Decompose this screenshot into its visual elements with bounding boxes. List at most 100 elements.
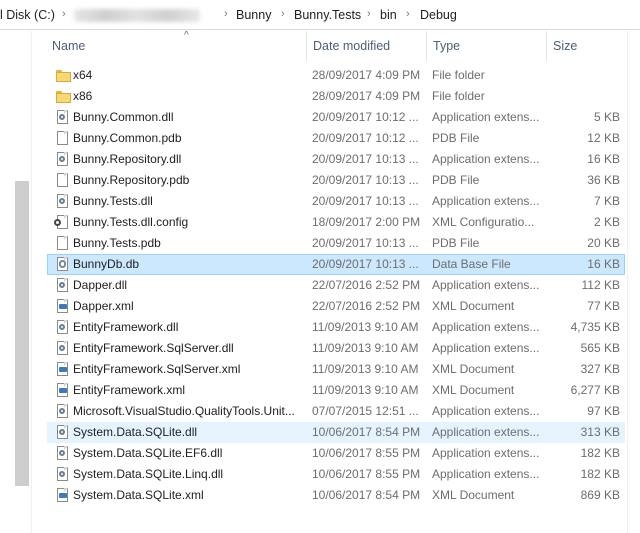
file-row[interactable]: x86 28/09/2017 4:09 PM File folder: [47, 86, 625, 107]
database-icon: [56, 257, 70, 272]
xml-icon: [56, 488, 70, 503]
file-size: 313 KB: [580, 425, 620, 439]
file-row[interactable]: BunnyDb.db 20/09/2017 10:13 ... Data Base …: [47, 254, 625, 275]
file-row[interactable]: EntityFramework.SqlServer.xml 11/09/2013 …: [47, 359, 625, 380]
file-type: XML Document: [432, 488, 515, 502]
file-date-modified: 10/06/2017 8:54 PM: [312, 425, 421, 439]
file-name: Bunny.Tests.pdb: [73, 236, 161, 250]
breadcrumb-item-debug[interactable]: Debug: [420, 8, 457, 22]
file-date-modified: 22/07/2016 2:52 PM: [312, 278, 421, 292]
folder-icon: [56, 91, 71, 103]
file-date-modified: 11/09/2013 9:10 AM: [312, 320, 419, 334]
file-date-modified: 20/09/2017 10:13 ...: [312, 173, 419, 187]
file-type: Data Base File: [432, 257, 511, 271]
file-row[interactable]: EntityFramework.SqlServer.dll 11/09/2013 …: [47, 338, 625, 359]
breadcrumb-separator-icon: ›: [281, 8, 285, 20]
file-date-modified: 28/09/2017 4:09 PM: [312, 89, 421, 103]
column-size-label: Size: [553, 39, 578, 53]
folder-icon: [56, 70, 71, 82]
breadcrumb-separator-icon: ›: [367, 8, 371, 20]
file-size: 327 KB: [580, 362, 620, 376]
file-row[interactable]: EntityFramework.xml 11/09/2013 9:10 AM XML…: [47, 380, 625, 401]
column-name-label: Name: [52, 39, 86, 53]
dll-icon: [56, 425, 70, 440]
file-date-modified: 20/09/2017 10:13 ...: [312, 236, 419, 250]
dll-icon: [56, 341, 70, 356]
file-row[interactable]: Dapper.xml 22/07/2016 2:52 PM XML Document…: [47, 296, 625, 317]
file-row[interactable]: System.Data.SQLite.EF6.dll 10/06/2017 8:5…: [47, 443, 625, 464]
file-size: 182 KB: [580, 446, 620, 460]
file-size: 7 KB: [593, 194, 620, 208]
file-row[interactable]: System.Data.SQLite.xml 10/06/2017 8:54 PM…: [47, 485, 625, 506]
file-name: System.Data.SQLite.Linq.dll: [73, 467, 224, 481]
file-size: 565 KB: [580, 341, 620, 355]
file-row[interactable]: Bunny.Repository.dll 20/09/2017 10:13 ...…: [47, 149, 625, 170]
breadcrumb-drive[interactable]: l Disk (C:): [0, 8, 55, 22]
file-date-modified: 11/09/2013 9:10 AM: [312, 341, 419, 355]
file-row[interactable]: System.Data.SQLite.Linq.dll 10/06/2017 8:…: [47, 464, 625, 485]
file-type: XML Document: [432, 383, 515, 397]
file-row[interactable]: Bunny.Repository.pdb 20/09/2017 10:13 ...…: [47, 170, 625, 191]
file-row[interactable]: Dapper.dll 22/07/2016 2:52 PM Application …: [47, 275, 625, 296]
breadcrumb-item-bunny[interactable]: Bunny: [236, 8, 271, 22]
file-name: Bunny.Common.pdb: [73, 131, 182, 145]
column-header-name[interactable]: Name ^: [46, 30, 307, 61]
file-type: Application extens...: [432, 194, 540, 208]
file-size: 20 KB: [587, 236, 620, 250]
file-type: Application extens...: [432, 467, 540, 481]
breadcrumb-item-bin[interactable]: bin: [380, 8, 397, 22]
file-name: EntityFramework.SqlServer.xml: [73, 362, 241, 376]
file-type: File folder: [432, 89, 485, 103]
file-type: Application extens...: [432, 152, 540, 166]
dll-icon: [56, 446, 70, 461]
file-row[interactable]: Bunny.Tests.pdb 20/09/2017 10:13 ... PDB F…: [47, 233, 625, 254]
file-row[interactable]: EntityFramework.dll 11/09/2013 9:10 AM App…: [47, 317, 625, 338]
file-type: PDB File: [432, 236, 480, 250]
file-size: 12 KB: [587, 131, 620, 145]
navigation-pane-scrollbar[interactable]: [15, 181, 29, 486]
sort-ascending-icon: ^: [184, 30, 189, 41]
file-type: Application extens...: [432, 110, 540, 124]
file-date-modified: 11/09/2013 9:10 AM: [312, 383, 419, 397]
breadcrumb-blurred-folder[interactable]: [74, 9, 200, 22]
breadcrumb-separator-icon: ›: [224, 8, 228, 20]
file-size: 16 KB: [587, 257, 620, 271]
file-size: 182 KB: [580, 467, 620, 481]
file-row[interactable]: Microsoft.VisualStudio.QualityTools.Unit…: [47, 401, 625, 422]
file-date-modified: 20/09/2017 10:13 ...: [312, 194, 419, 208]
file-type: Application extens...: [432, 278, 540, 292]
file-icon: [56, 236, 70, 251]
navigation-pane: [0, 31, 32, 533]
address-bar[interactable]: l Disk (C:) › › Bunny › Bunny.Tests › bi…: [0, 0, 640, 30]
file-name: Dapper.xml: [73, 299, 134, 313]
file-row[interactable]: Bunny.Tests.dll.config 18/09/2017 2:00 PM…: [47, 212, 625, 233]
file-type: File folder: [432, 68, 485, 82]
file-type: Application extens...: [432, 341, 540, 355]
file-date-modified: 10/06/2017 8:55 PM: [312, 446, 421, 460]
file-type: XML Document: [432, 362, 515, 376]
file-name: Bunny.Common.dll: [73, 110, 174, 124]
file-row[interactable]: System.Data.SQLite.dll 10/06/2017 8:54 PM…: [47, 422, 625, 443]
file-type: Application extens...: [432, 425, 540, 439]
file-name: Microsoft.VisualStudio.QualityTools.Unit…: [73, 404, 295, 418]
file-date-modified: 07/07/2015 12:51 ...: [312, 404, 419, 418]
file-row[interactable]: Bunny.Tests.dll 20/09/2017 10:13 ... Appli…: [47, 191, 625, 212]
column-header-size[interactable]: Size: [547, 31, 628, 61]
file-name: BunnyDb.db: [73, 257, 140, 271]
file-row[interactable]: Bunny.Common.pdb 20/09/2017 10:12 ... PDB …: [47, 128, 625, 149]
column-header-type[interactable]: Type: [427, 31, 547, 61]
file-type: XML Document: [432, 299, 515, 313]
file-date-modified: 10/06/2017 8:55 PM: [312, 467, 421, 481]
xml-icon: [56, 362, 70, 377]
file-date-modified: 20/09/2017 10:13 ...: [312, 257, 419, 271]
file-size: 77 KB: [587, 299, 620, 313]
file-size: 6,277 KB: [570, 383, 620, 397]
column-header-date[interactable]: Date modified: [307, 31, 427, 61]
file-row[interactable]: x64 28/09/2017 4:09 PM File folder: [47, 65, 625, 86]
xml-icon: [56, 383, 70, 398]
file-size: 97 KB: [587, 404, 620, 418]
file-row[interactable]: Bunny.Common.dll 20/09/2017 10:12 ... Appl…: [47, 107, 625, 128]
breadcrumb-item-bunny-tests[interactable]: Bunny.Tests: [294, 8, 361, 22]
breadcrumb-separator-icon: ›: [406, 8, 410, 20]
dll-icon: [56, 320, 70, 335]
